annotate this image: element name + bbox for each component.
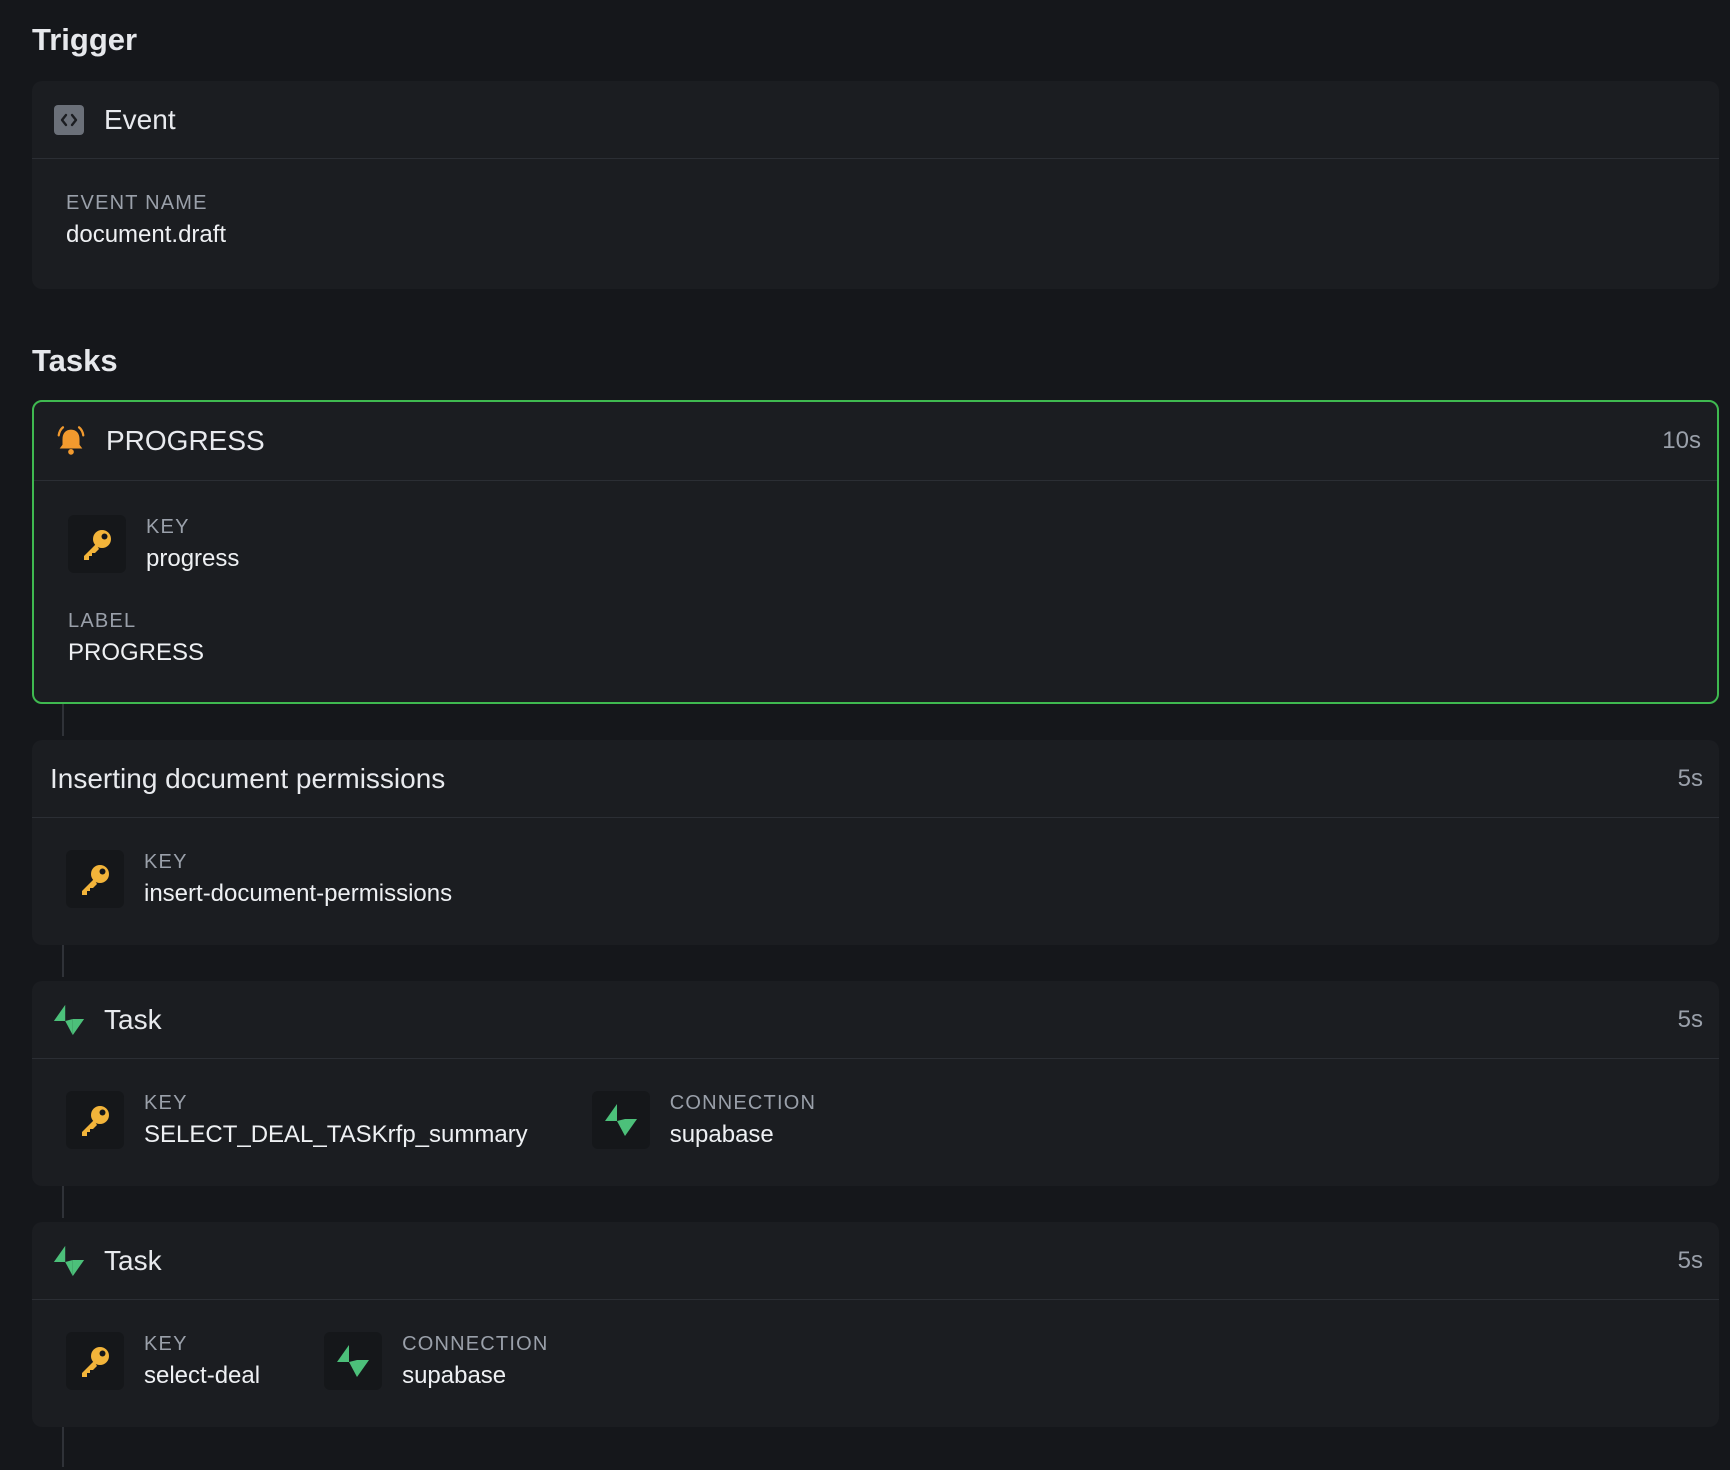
bolt-icon xyxy=(52,1003,86,1037)
task-card-body: KEY SELECT_DEAL_TASKrfp_summary CONNECTI… xyxy=(32,1059,1719,1149)
task-props: KEY select-deal CONNECTION supabase xyxy=(66,1332,1687,1390)
event-name-value: document.draft xyxy=(66,221,227,248)
key-label: KEY xyxy=(146,516,190,538)
code-icon xyxy=(52,103,86,137)
workflow-run-page: Trigger Event EVENT NAME document.draft … xyxy=(0,0,1730,1470)
task-duration: 10s xyxy=(1662,427,1701,454)
task-connector xyxy=(62,1427,64,1467)
key-value: SELECT_DEAL_TASKrfp_summary xyxy=(144,1121,528,1148)
task-duration: 5s xyxy=(1677,764,1703,792)
connection-prop: CONNECTION supabase xyxy=(324,1332,548,1390)
trigger-heading: Trigger xyxy=(32,22,138,57)
task-props: KEY progress xyxy=(68,515,1685,573)
label-value: PROGRESS xyxy=(68,639,205,666)
key-icon xyxy=(66,1091,124,1149)
trigger-card-body: EVENT NAME document.draft xyxy=(32,159,1719,247)
task-connector xyxy=(62,1186,64,1218)
key-icon xyxy=(66,850,124,908)
task-title: Inserting document permissions xyxy=(50,762,446,794)
task-card-select-deal[interactable]: Task 5s KEY select-deal CONNECTION supab… xyxy=(32,1222,1719,1427)
task-connector xyxy=(62,704,64,736)
task-title: PROGRESS xyxy=(106,425,265,456)
connection-label: CONNECTION xyxy=(669,1092,817,1114)
key-prop: KEY insert-document-permissions xyxy=(66,850,452,908)
bell-icon xyxy=(54,424,88,458)
connection-prop: CONNECTION supabase xyxy=(591,1091,816,1149)
task-connector xyxy=(62,945,64,977)
tasks-heading: Tasks xyxy=(32,343,118,378)
key-icon xyxy=(66,1332,124,1390)
task-card-header: PROGRESS 10s xyxy=(34,402,1717,481)
label-label: LABEL xyxy=(68,610,137,632)
key-field: KEY progress xyxy=(146,517,239,571)
key-field: KEY insert-document-permissions xyxy=(144,852,452,906)
key-label: KEY xyxy=(144,1333,188,1355)
task-title: Task xyxy=(104,1003,162,1035)
connection-value: supabase xyxy=(669,1121,774,1148)
key-value: select-deal xyxy=(144,1362,261,1389)
task-card-insert-permissions[interactable]: Inserting document permissions 5s KEY in xyxy=(32,740,1719,945)
connection-field: CONNECTION supabase xyxy=(402,1334,548,1388)
key-icon xyxy=(68,515,126,573)
key-value: progress xyxy=(146,545,240,572)
task-card-header: Task 5s xyxy=(32,981,1719,1059)
bolt-icon xyxy=(324,1332,383,1390)
key-field: KEY SELECT_DEAL_TASKrfp_summary xyxy=(144,1093,528,1147)
label-field: LABEL PROGRESS xyxy=(68,611,1685,665)
task-card-header: Task 5s xyxy=(32,1222,1719,1300)
connection-label: CONNECTION xyxy=(402,1333,549,1355)
task-duration: 5s xyxy=(1677,1246,1703,1274)
task-props: KEY insert-document-permissions xyxy=(66,850,1687,908)
key-prop: KEY progress xyxy=(68,515,239,573)
trigger-card[interactable]: Event EVENT NAME document.draft xyxy=(32,81,1719,289)
connection-field: CONNECTION supabase xyxy=(670,1093,816,1147)
task-card-progress[interactable]: PROGRESS 10s KEY progress LABEL PROGRESS xyxy=(32,400,1719,704)
key-label: KEY xyxy=(144,851,188,873)
task-card-body: KEY progress LABEL PROGRESS xyxy=(34,481,1717,665)
key-value: insert-document-permissions xyxy=(144,880,453,907)
trigger-card-title: Event xyxy=(104,103,176,135)
trigger-card-header: Event xyxy=(32,81,1719,159)
task-props: KEY SELECT_DEAL_TASKrfp_summary CONNECTI… xyxy=(66,1091,1687,1149)
key-field: KEY select-deal xyxy=(144,1334,260,1388)
key-prop: KEY SELECT_DEAL_TASKrfp_summary xyxy=(66,1091,528,1149)
connection-value: supabase xyxy=(402,1362,507,1389)
key-prop: KEY select-deal xyxy=(66,1332,260,1390)
task-title: Task xyxy=(104,1244,162,1276)
task-card-body: KEY select-deal CONNECTION supabase xyxy=(32,1300,1719,1390)
key-label: KEY xyxy=(144,1092,188,1114)
event-name-label: EVENT NAME xyxy=(66,192,208,214)
bolt-icon xyxy=(591,1091,650,1149)
task-duration: 5s xyxy=(1677,1005,1703,1033)
task-card-select-deal-task[interactable]: Task 5s KEY SELECT_DEAL_TASKrfp_summary xyxy=(32,981,1719,1186)
task-card-header: Inserting document permissions 5s xyxy=(32,740,1719,818)
bolt-icon xyxy=(52,1244,86,1278)
task-card-body: KEY insert-document-permissions xyxy=(32,818,1719,908)
